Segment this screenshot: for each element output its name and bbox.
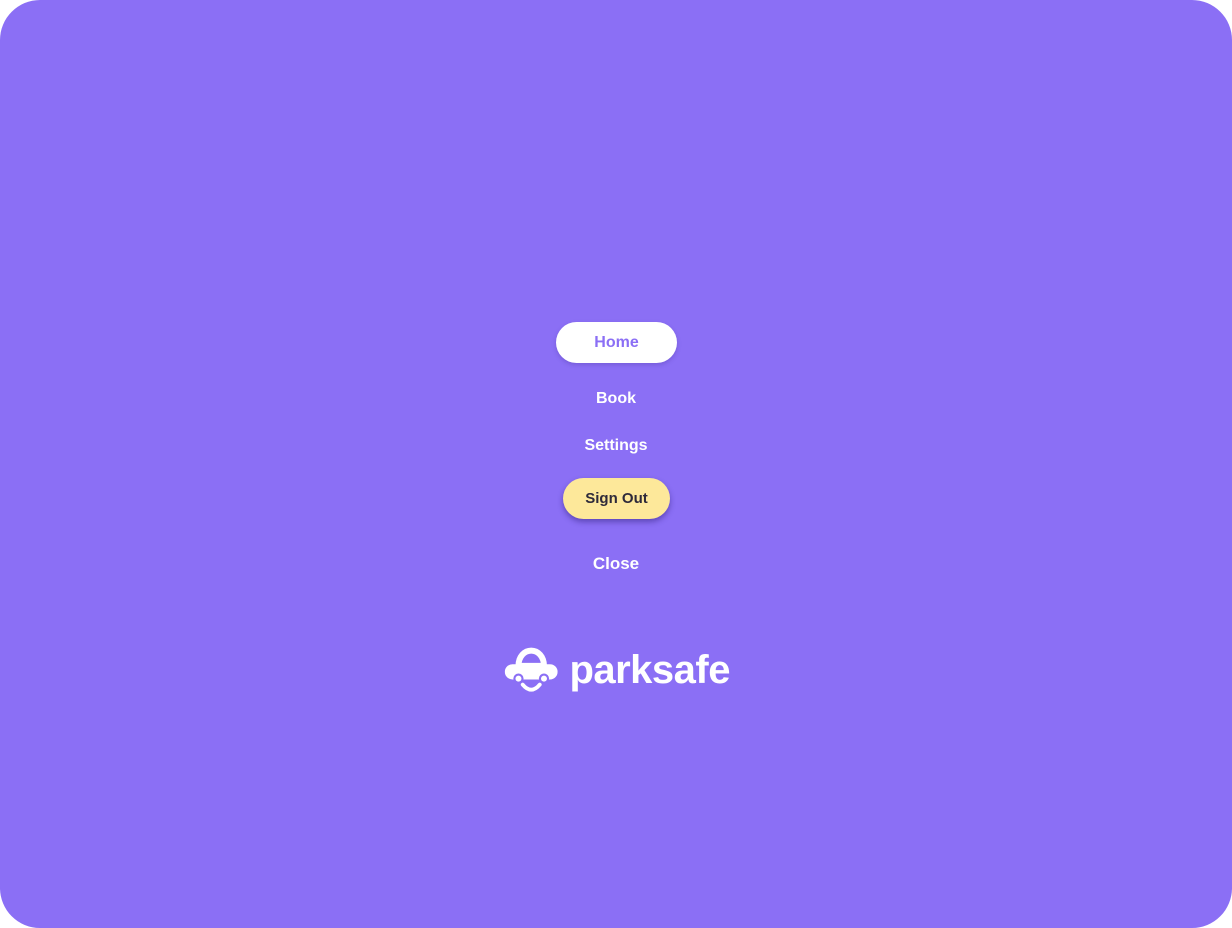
sign-out-button[interactable]: Sign Out xyxy=(563,478,670,519)
settings-link[interactable]: Settings xyxy=(0,437,1232,455)
sign-out-label: Sign Out xyxy=(585,490,648,507)
home-button[interactable]: Home xyxy=(556,322,677,363)
home-label: Home xyxy=(594,333,639,351)
settings-label: Settings xyxy=(584,437,648,454)
menu: Home Book Settings Sign Out Close xyxy=(0,0,1232,928)
navigation-menu-screen: Home Book Settings Sign Out Close parksa… xyxy=(0,0,1232,928)
brand-name: parksafe xyxy=(569,648,730,692)
book-label: Book xyxy=(596,390,636,407)
book-link[interactable]: Book xyxy=(0,390,1232,408)
close-link[interactable]: Close xyxy=(0,554,1232,574)
smiling-car-icon xyxy=(504,647,558,692)
close-label: Close xyxy=(592,554,640,573)
parksafe-logo: parksafe xyxy=(504,643,730,699)
